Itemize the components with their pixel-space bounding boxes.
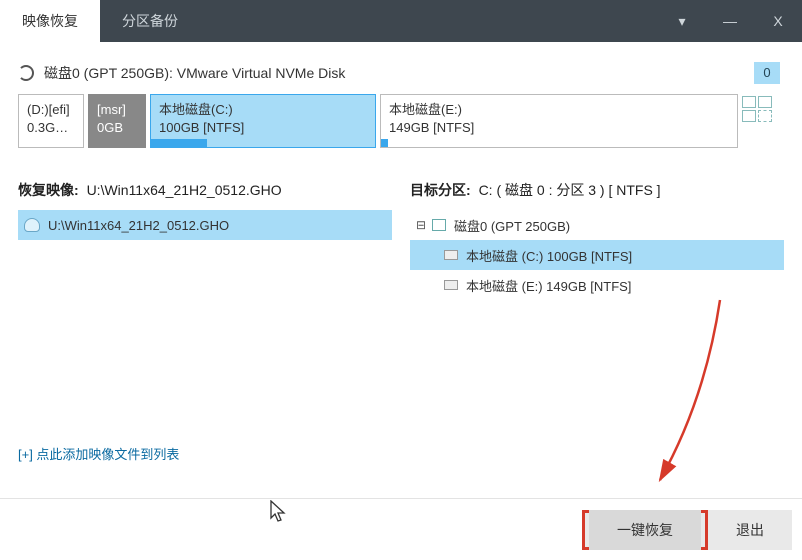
drive-icon (444, 250, 458, 260)
partition-line1: [msr] (97, 101, 137, 119)
partition-line1: 本地磁盘(E:) (389, 101, 729, 119)
tree-disk-node[interactable]: ⊟ 磁盘0 (GPT 250GB) (410, 210, 784, 240)
disk-icon (432, 219, 446, 231)
partition-line2: 0GB (97, 119, 137, 137)
usage-bar (151, 139, 207, 147)
dropdown-icon[interactable]: ▾ (658, 0, 706, 42)
image-item-label: U:\Win11x64_21H2_0512.GHO (48, 218, 229, 233)
partition-line2: 149GB [NTFS] (389, 119, 729, 137)
restore-image-path: U:\Win11x64_21H2_0512.GHO (87, 182, 282, 198)
footer: 一键恢复 退出 (0, 498, 802, 560)
view-toggle[interactable] (742, 94, 778, 148)
ghost-file-icon (24, 218, 40, 232)
collapse-icon[interactable]: ⊟ (416, 218, 428, 232)
exit-button[interactable]: 退出 (708, 510, 792, 550)
disk-index-badge[interactable]: 0 (754, 62, 780, 84)
disk-label: 磁盘0 (GPT 250GB): VMware Virtual NVMe Dis… (44, 63, 345, 83)
tree-drive-node[interactable]: 本地磁盘 (E:) 149GB [NTFS] (410, 270, 784, 300)
grid-icon (758, 110, 772, 122)
target-partition-title: 目标分区: (410, 182, 471, 198)
disk-header: 磁盘0 (GPT 250GB): VMware Virtual NVMe Dis… (0, 42, 802, 94)
usage-bar (381, 139, 388, 147)
minimize-button[interactable]: — (706, 0, 754, 42)
restore-button-highlight: 一键恢复 (582, 510, 708, 550)
tree-disk-label: 磁盘0 (GPT 250GB) (454, 216, 570, 235)
partition-bar: (D:)[efi]0.3G…[msr]0GB本地磁盘(C:)100GB [NTF… (0, 94, 802, 158)
partition-block[interactable]: (D:)[efi]0.3G… (18, 94, 84, 148)
restore-image-title: 恢复映像: (18, 182, 79, 198)
target-partition-panel: 目标分区: C: ( 磁盘 0 : 分区 3 ) [ NTFS ] ⊟ 磁盘0 … (410, 180, 784, 300)
tree-drive-label: 本地磁盘 (C:) 100GB [NTFS] (466, 246, 632, 265)
tree-drive-node[interactable]: 本地磁盘 (C:) 100GB [NTFS] (410, 240, 784, 270)
tree-drive-label: 本地磁盘 (E:) 149GB [NTFS] (466, 276, 631, 295)
partition-line2: 100GB [NTFS] (159, 119, 367, 137)
grid-icon (742, 110, 756, 122)
drive-icon (444, 280, 458, 290)
target-partition-value: C: ( 磁盘 0 : 分区 3 ) [ NTFS ] (479, 182, 661, 198)
restore-image-panel: 恢复映像: U:\Win11x64_21H2_0512.GHO U:\Win11… (18, 180, 392, 300)
tab-partition-backup[interactable]: 分区备份 (100, 0, 200, 42)
grid-icon (758, 96, 772, 108)
partition-line2: 0.3G… (27, 119, 75, 137)
tab-image-restore[interactable]: 映像恢复 (0, 0, 100, 42)
close-button[interactable]: X (754, 0, 802, 42)
partition-line1: (D:)[efi] (27, 101, 75, 119)
partition-block[interactable]: 本地磁盘(E:)149GB [NTFS] (380, 94, 738, 148)
grid-icon (742, 96, 756, 108)
partition-block[interactable]: 本地磁盘(C:)100GB [NTFS] (150, 94, 376, 148)
refresh-icon[interactable] (18, 65, 34, 81)
one-click-restore-button[interactable]: 一键恢复 (589, 510, 701, 550)
title-bar: 映像恢复 分区备份 ▾ — X (0, 0, 802, 42)
partition-line1: 本地磁盘(C:) (159, 101, 367, 119)
add-image-link[interactable]: [+] 点此添加映像文件到列表 (18, 444, 179, 463)
partition-block[interactable]: [msr]0GB (88, 94, 146, 148)
image-list-item[interactable]: U:\Win11x64_21H2_0512.GHO (18, 210, 392, 240)
